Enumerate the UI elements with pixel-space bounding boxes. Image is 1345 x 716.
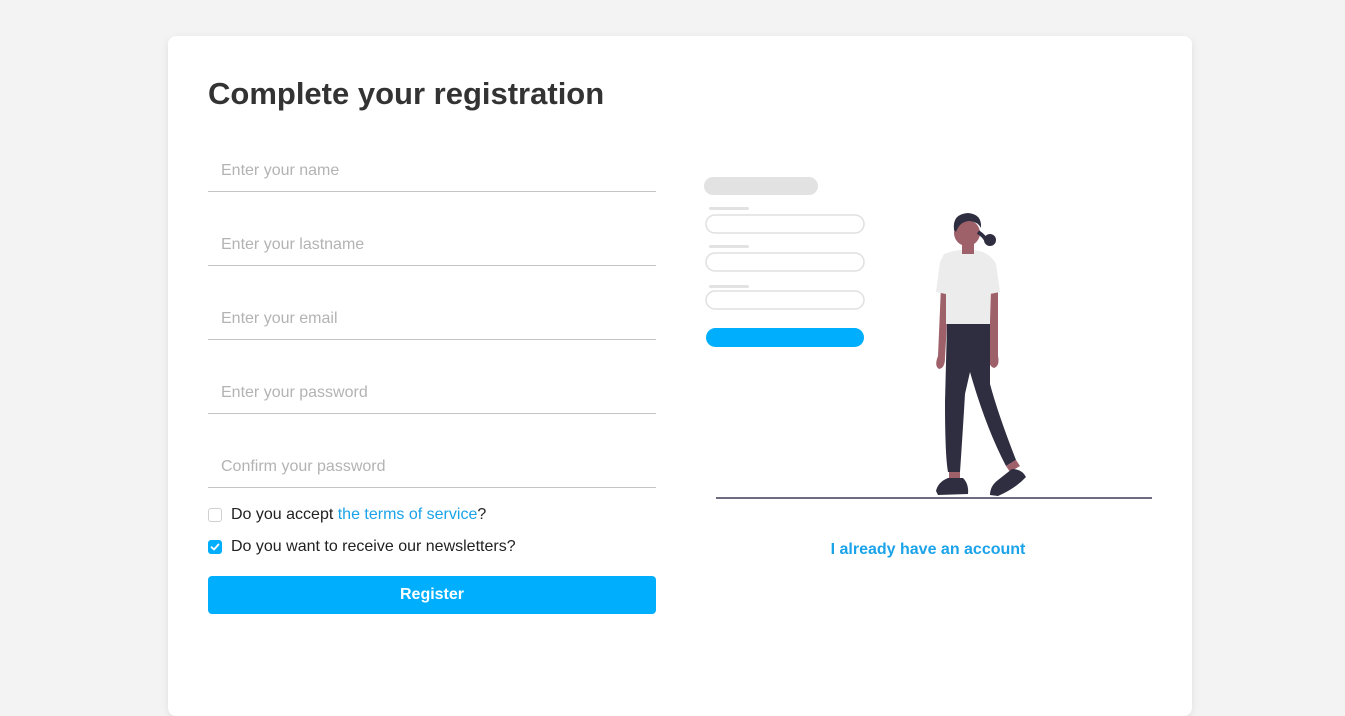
mock-form-label	[709, 207, 749, 210]
register-button[interactable]: Register	[208, 576, 656, 614]
have-account-container: I already have an account	[708, 541, 1148, 559]
newsletter-row: Do you want to receive our newsletters?	[208, 538, 516, 556]
mock-form-label	[709, 285, 749, 288]
mock-form-button	[706, 328, 864, 347]
registration-illustration	[704, 177, 1152, 499]
page-title: Complete your registration	[208, 76, 605, 111]
password-field[interactable]	[208, 372, 656, 414]
terms-checkbox[interactable]	[208, 508, 222, 522]
email-field[interactable]	[208, 298, 656, 340]
mock-form-input	[705, 290, 865, 310]
confirm-password-field[interactable]	[208, 446, 656, 488]
have-account-link[interactable]: I already have an account	[831, 541, 1026, 558]
newsletter-label: Do you want to receive our newsletters?	[231, 538, 516, 555]
newsletter-checkbox[interactable]	[208, 540, 222, 554]
mock-form-header	[704, 177, 818, 195]
lastname-field[interactable]	[208, 224, 656, 266]
terms-of-service-link[interactable]: the terms of service	[338, 506, 478, 524]
name-field[interactable]	[208, 150, 656, 192]
registration-card: Complete your registration Do you accept…	[168, 36, 1192, 716]
mock-form-input	[705, 214, 865, 234]
terms-label-prefix: Do you accept	[231, 506, 338, 523]
terms-label-suffix: ?	[477, 506, 487, 523]
terms-row: Do you accept the terms of service ?	[208, 506, 486, 524]
mock-form-label	[709, 245, 749, 248]
checkmark-icon	[210, 543, 220, 551]
person-figure	[936, 213, 1026, 496]
mock-form-input	[705, 252, 865, 272]
